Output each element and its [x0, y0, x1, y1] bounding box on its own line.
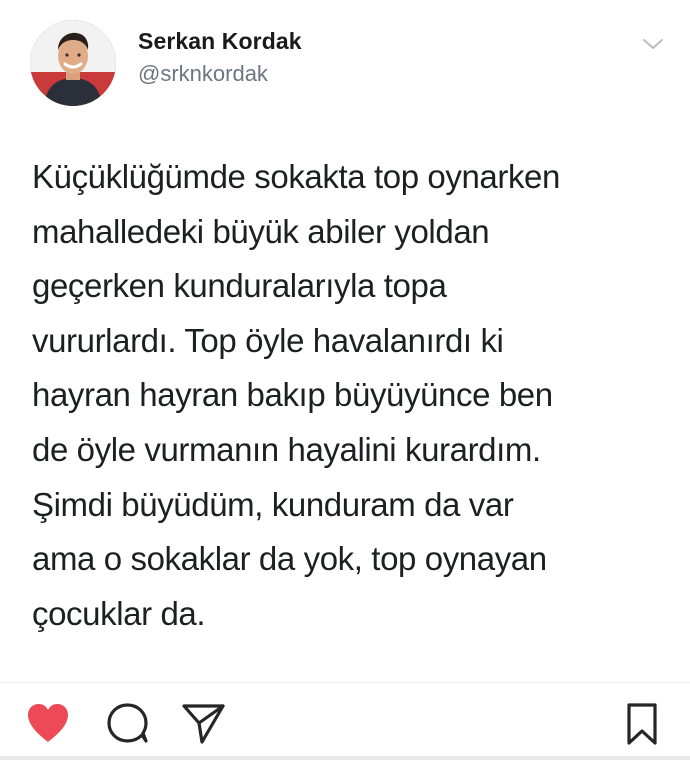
post-frame: Serkan Kordak @srknkordak Küçüklüğümde s…	[0, 0, 690, 760]
tweet-header: Serkan Kordak @srknkordak	[24, 14, 670, 114]
chevron-down-icon[interactable]	[640, 34, 666, 54]
tweet-text-line: de öyle vurmanın hayalini kurardım.	[32, 430, 541, 468]
heart-icon	[28, 704, 68, 742]
comment-icon	[107, 703, 148, 743]
tweet-text-line: ama o sokaklar da yok, top oynayan	[32, 540, 547, 578]
avatar-image	[30, 20, 116, 106]
paper-plane-icon	[182, 704, 225, 744]
tweet-text-line: Küçüklüğümde sokakta top oynarken	[32, 158, 560, 195]
author-display-name[interactable]: Serkan Kordak	[138, 28, 302, 55]
tweet-text-line: çocuklar da.	[32, 594, 206, 632]
like-button[interactable]	[24, 701, 72, 745]
bottom-divider	[0, 756, 690, 760]
tweet-text-line: vururlardı. Top öyle havalanırdı ki	[32, 321, 504, 359]
tweet-text-line: Şimdi büyüdüm, kunduram da var	[32, 485, 514, 523]
bookmark-icon	[627, 703, 657, 745]
tweet-screenshot: Serkan Kordak @srknkordak Küçüklüğümde s…	[0, 0, 690, 682]
save-button[interactable]	[622, 701, 662, 747]
tweet-text-line: hayran hayran bakıp büyüyünce ben	[32, 376, 553, 414]
tweet-text: Küçüklüğümde sokakta top oynarken mahall…	[32, 150, 662, 641]
action-bar	[0, 683, 690, 760]
tweet-text-line: mahalledeki büyük abiler yoldan	[32, 212, 490, 250]
share-button[interactable]	[180, 701, 228, 745]
author-block: Serkan Kordak @srknkordak	[138, 28, 302, 87]
avatar[interactable]	[30, 20, 116, 106]
tweet-text-line: geçerken kunduralarıyla topa	[32, 267, 447, 305]
author-handle[interactable]: @srknkordak	[138, 61, 302, 87]
comment-button[interactable]	[104, 701, 152, 745]
